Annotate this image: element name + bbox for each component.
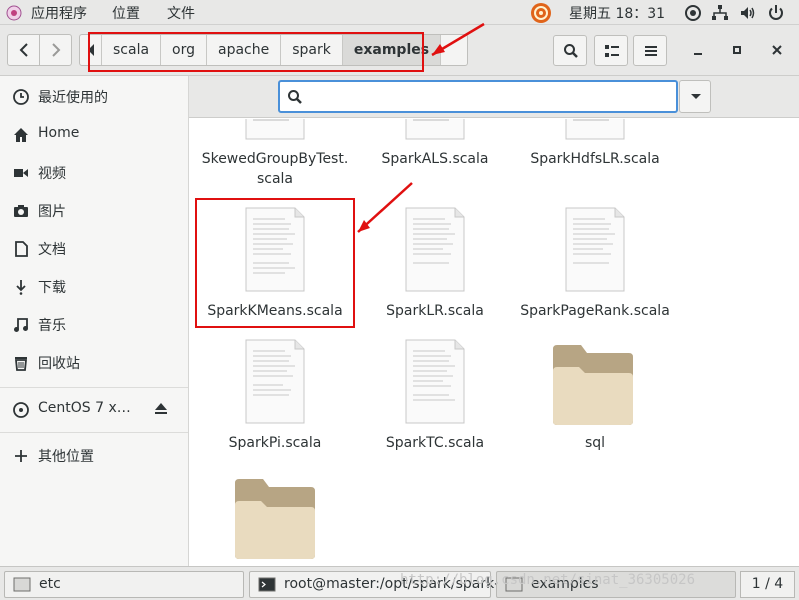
plus-icon: [15, 450, 27, 462]
back-arrow-icon: [19, 43, 28, 57]
sidebar-item-label: 回收站: [38, 356, 80, 372]
text-file-icon: [245, 119, 305, 140]
search-icon: [288, 90, 302, 104]
sidebar-item-music[interactable]: 音乐: [0, 307, 188, 341]
forward-button[interactable]: [39, 34, 72, 66]
task-etc[interactable]: etc: [4, 571, 244, 598]
video-icon: [14, 169, 28, 177]
hamburger-icon: [645, 46, 657, 56]
file-name: sql: [584, 435, 606, 451]
search-options-button[interactable]: [679, 80, 711, 113]
folder-icon: [553, 345, 633, 425]
search-field[interactable]: [278, 80, 678, 113]
clock-icon: [13, 89, 29, 105]
app-indicator-icon[interactable]: [530, 2, 552, 24]
forward-arrow-icon: [52, 43, 61, 57]
window-icon: [13, 577, 31, 592]
breadcrumb-scroll-right[interactable]: [441, 35, 467, 65]
sidebar-item-videos[interactable]: 视频: [0, 155, 188, 189]
terminal-icon: [258, 577, 276, 592]
file-name: SparkTC.scala: [385, 435, 485, 451]
sidebar-item-label: 其他位置: [38, 449, 94, 465]
watermark: http://blog.csdn.net/sinat_36305026: [400, 572, 696, 588]
clock[interactable]: 星期五 18：31: [569, 3, 665, 23]
search-input[interactable]: [310, 86, 670, 108]
task-label: etc: [39, 576, 61, 592]
back-button[interactable]: [7, 34, 40, 66]
menu-apps[interactable]: 应用程序: [31, 3, 87, 23]
sidebar-item-pictures[interactable]: 图片: [0, 193, 188, 227]
menu-places[interactable]: 位置: [112, 3, 140, 23]
menu-files[interactable]: 文件: [167, 3, 195, 23]
file-name: SparkPageRank.scala: [520, 303, 670, 319]
sidebar-item-documents[interactable]: 文档: [0, 231, 188, 265]
document-icon: [15, 241, 28, 257]
file-grid: SkewedGroupByTest. scala SparkALS.scala …: [189, 119, 799, 566]
file-name: SparkALS.scala: [381, 151, 489, 167]
volume-icon[interactable]: [739, 4, 757, 22]
file-name: SkewedGroupByTest.: [201, 151, 349, 167]
disc-icon: [13, 402, 29, 418]
network-icon[interactable]: [711, 4, 729, 22]
sidebar-item-label: Home: [38, 125, 80, 141]
text-file-icon: [565, 119, 625, 140]
search-button[interactable]: [553, 35, 587, 66]
sidebar-separator: [0, 387, 188, 388]
close-button[interactable]: [767, 40, 787, 60]
sidebar-item-other-locations[interactable]: 其他位置: [0, 438, 188, 472]
minimize-icon: [694, 53, 702, 55]
sidebar-item-device[interactable]: CentOS 7 x…: [0, 392, 188, 426]
music-icon: [14, 318, 28, 332]
menu-button[interactable]: [633, 35, 667, 66]
annotation-breadcrumb-box: [88, 32, 424, 72]
text-file-icon: [565, 207, 625, 292]
search-icon: [564, 44, 578, 58]
minimize-button[interactable]: [688, 40, 708, 60]
sidebar-separator: [0, 432, 188, 433]
trash-icon: [15, 357, 27, 371]
eject-icon[interactable]: [154, 401, 168, 415]
search-bar: [189, 76, 799, 118]
sidebar-item-label: 最近使用的: [38, 90, 108, 106]
list-view-icon: [605, 45, 619, 57]
file-name: SparkHdfsLR.scala: [530, 151, 660, 167]
camera-icon: [14, 205, 28, 217]
sidebar-item-home[interactable]: Home: [0, 117, 188, 151]
text-file-icon: [405, 339, 465, 424]
sidebar: 最近使用的 Home 视频 图片 文档 下载 音乐 回收站 CentOS 7 x…: [0, 76, 189, 566]
download-icon: [16, 280, 26, 295]
folder-icon: [235, 479, 315, 559]
apps-icon[interactable]: [6, 5, 22, 21]
text-file-icon: [405, 207, 465, 292]
accessibility-icon[interactable]: [684, 4, 702, 22]
sidebar-item-recent[interactable]: 最近使用的: [0, 79, 188, 113]
sidebar-item-downloads[interactable]: 下载: [0, 269, 188, 303]
file-name: SparkPi.scala: [228, 435, 322, 451]
power-icon[interactable]: [767, 4, 785, 22]
close-icon: [772, 45, 782, 55]
annotation-file-box: [195, 198, 355, 328]
sidebar-item-label: CentOS 7 x…: [38, 400, 131, 416]
sidebar-item-label: 图片: [38, 204, 66, 220]
file-name: scala: [256, 171, 294, 187]
maximize-button[interactable]: [727, 40, 747, 60]
file-name: SparkLR.scala: [386, 303, 484, 319]
sidebar-item-trash[interactable]: 回收站: [0, 345, 188, 379]
sidebar-item-label: 文档: [38, 242, 66, 258]
text-file-icon: [405, 119, 465, 140]
maximize-icon: [733, 46, 741, 54]
sidebar-item-label: 视频: [38, 166, 66, 182]
home-icon: [14, 128, 28, 142]
workspace-pager[interactable]: 1 / 4: [740, 571, 795, 598]
view-toggle-button[interactable]: [594, 35, 628, 66]
chevron-down-icon: [691, 94, 701, 99]
top-bar: 应用程序 位置 文件 星期五 18：31: [0, 0, 799, 25]
text-file-icon: [245, 339, 305, 424]
sidebar-item-label: 下载: [38, 280, 66, 296]
sidebar-item-label: 音乐: [38, 318, 66, 334]
